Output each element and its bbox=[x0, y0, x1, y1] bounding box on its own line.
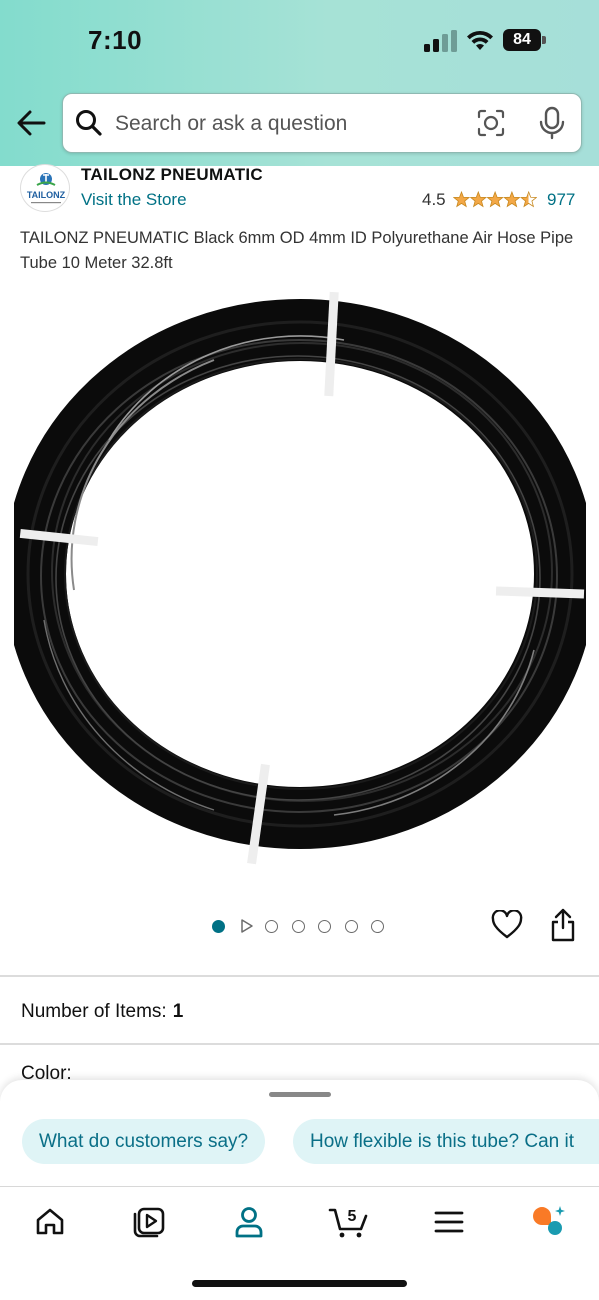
cart-count: 5 bbox=[348, 1208, 357, 1225]
rating-star-icon bbox=[453, 191, 471, 208]
home-indicator[interactable] bbox=[192, 1280, 407, 1287]
logo-text: TAILONZ bbox=[27, 190, 66, 200]
rating-star-icon bbox=[503, 191, 521, 208]
heart-icon[interactable] bbox=[491, 910, 523, 940]
store-logo[interactable]: TAILONZ bbox=[20, 164, 70, 212]
cellular-signal-icon bbox=[424, 30, 457, 52]
section-divider bbox=[0, 1043, 599, 1045]
wifi-icon bbox=[467, 30, 493, 50]
gallery-dot[interactable] bbox=[344, 920, 358, 933]
product-image[interactable] bbox=[14, 290, 586, 870]
number-of-items-label: Number of Items: bbox=[21, 1001, 167, 1022]
rating-star-icon bbox=[520, 191, 537, 208]
suggestion-chip[interactable]: How flexible is this tube? Can it bbox=[293, 1119, 599, 1164]
rating-star-icon bbox=[486, 191, 504, 208]
back-arrow-icon[interactable] bbox=[14, 108, 48, 138]
number-of-items-value: 1 bbox=[172, 1001, 184, 1022]
menu-icon[interactable] bbox=[431, 1204, 467, 1240]
rating-value: 4.5 bbox=[422, 190, 446, 209]
gallery-dot[interactable] bbox=[212, 920, 225, 933]
sheet-grabber[interactable] bbox=[269, 1092, 331, 1097]
battery-nub bbox=[542, 36, 546, 44]
video-icon[interactable] bbox=[131, 1204, 167, 1240]
gallery-dot[interactable] bbox=[371, 920, 384, 933]
share-icon[interactable] bbox=[550, 908, 576, 942]
rufus-icon[interactable] bbox=[530, 1204, 566, 1240]
rating-star-icon bbox=[469, 191, 487, 208]
rating-count-link[interactable]: 977 bbox=[547, 190, 575, 210]
search-placeholder[interactable]: Search or ask a question bbox=[115, 112, 347, 136]
visit-store-link[interactable]: Visit the Store bbox=[81, 190, 187, 210]
number-of-items-row[interactable]: Number of Items: 1 bbox=[21, 1001, 183, 1023]
gallery-dot[interactable] bbox=[265, 920, 278, 933]
gallery-dot[interactable] bbox=[291, 920, 305, 933]
search-icon bbox=[76, 110, 102, 136]
battery-indicator: 84 bbox=[503, 29, 547, 51]
app-header: 7:10 84 Search or ask a question bbox=[0, 0, 599, 166]
product-title: TAILONZ PNEUMATIC Black 6mm OD 4mm ID Po… bbox=[20, 229, 574, 272]
suggestion-chip[interactable]: What do customers say? bbox=[22, 1119, 266, 1164]
microphone-icon[interactable] bbox=[537, 106, 567, 140]
suggestion-sheet[interactable]: What do customers say? How flexible is t… bbox=[0, 1080, 599, 1190]
gallery-dot[interactable] bbox=[318, 920, 331, 933]
cart-icon[interactable]: 5 bbox=[328, 1204, 370, 1240]
camera-lens-icon[interactable] bbox=[476, 108, 506, 138]
section-divider bbox=[0, 975, 599, 977]
account-icon[interactable] bbox=[231, 1204, 267, 1240]
battery-level: 84 bbox=[503, 29, 541, 51]
video-play-icon[interactable] bbox=[240, 918, 254, 934]
tailonz-logo-icon: TAILONZ bbox=[27, 173, 66, 204]
search-bar[interactable]: Search or ask a question bbox=[62, 93, 582, 153]
rating-stars[interactable] bbox=[453, 191, 537, 208]
status-time: 7:10 bbox=[88, 25, 143, 55]
store-name[interactable]: TAILONZ PNEUMATIC bbox=[81, 165, 263, 185]
home-icon[interactable] bbox=[32, 1204, 68, 1240]
